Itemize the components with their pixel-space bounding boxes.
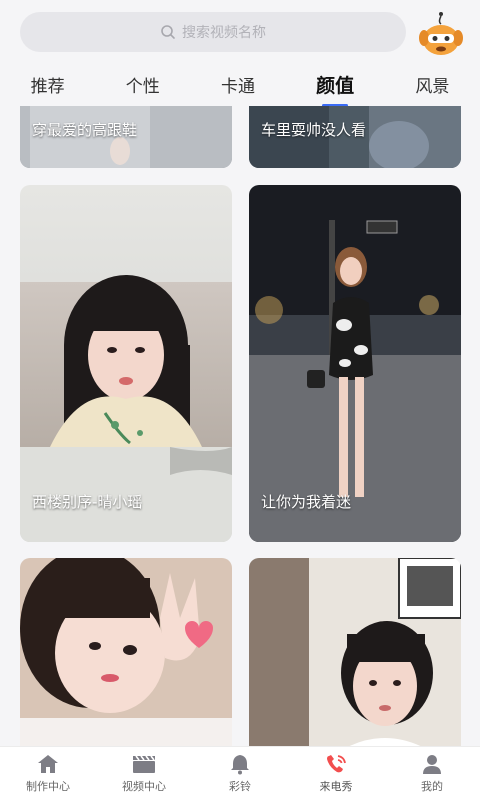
video-title: 车里耍帅没人看 xyxy=(261,121,367,139)
video-card[interactable] xyxy=(20,558,232,746)
top-bar: 搜索视频名称 xyxy=(0,0,480,62)
video-card[interactable]: 车里耍帅没人看 xyxy=(249,106,461,168)
nav-ringtone[interactable]: 彩铃 xyxy=(195,753,285,794)
video-thumbnail xyxy=(249,558,461,746)
tab-recommended[interactable]: 推荐 xyxy=(25,72,71,97)
mascot-avatar[interactable] xyxy=(416,8,466,58)
search-icon xyxy=(161,25,175,39)
bell-icon xyxy=(231,755,249,775)
phone-icon xyxy=(327,755,346,773)
video-card[interactable]: 西楼别序-晴小瑶 xyxy=(20,185,232,542)
app-screen: 搜索视频名称 推荐 个性 卡通 颜值 风景 穿最爱的高跟鞋 车里耍帅没人看 西楼… xyxy=(0,0,480,800)
video-thumbnail xyxy=(20,558,232,746)
tab-beauty[interactable]: 颜值 xyxy=(310,71,360,98)
nav-production-center[interactable]: 制作中心 xyxy=(3,753,93,794)
nav-caller-show[interactable]: 来电秀 xyxy=(291,753,381,794)
tab-scenery[interactable]: 风景 xyxy=(409,72,455,97)
nav-label: 制作中心 xyxy=(26,780,70,793)
tab-personality[interactable]: 个性 xyxy=(120,72,166,97)
nav-video-center[interactable]: 视频中心 xyxy=(99,753,189,794)
video-card[interactable]: 让你为我着迷 xyxy=(249,185,461,542)
video-title: 穿最爱的高跟鞋 xyxy=(32,121,138,139)
home-icon xyxy=(38,755,58,773)
video-feed[interactable]: 穿最爱的高跟鞋 车里耍帅没人看 西楼别序-晴小瑶 让你为我着迷 xyxy=(0,106,480,746)
video-thumbnail xyxy=(20,185,232,542)
video-card[interactable] xyxy=(249,558,461,746)
video-title: 西楼别序-晴小瑶 xyxy=(32,493,143,511)
nav-label: 彩铃 xyxy=(229,780,251,793)
search-placeholder: 搜索视频名称 xyxy=(182,25,266,41)
clapperboard-icon xyxy=(133,755,155,773)
nav-mine[interactable]: 我的 xyxy=(387,753,477,794)
mascot-icon xyxy=(419,12,463,55)
tab-cartoon[interactable]: 卡通 xyxy=(215,72,261,97)
category-tabs: 推荐 个性 卡通 颜值 风景 xyxy=(0,62,480,106)
video-title: 让你为我着迷 xyxy=(261,493,352,511)
nav-label: 我的 xyxy=(421,780,443,793)
nav-label: 来电秀 xyxy=(319,780,353,793)
bottom-navigation: 制作中心 视频中心 彩铃 来电秀 我的 xyxy=(0,746,480,800)
video-card[interactable]: 穿最爱的高跟鞋 xyxy=(20,106,232,168)
search-input[interactable]: 搜索视频名称 xyxy=(20,12,406,52)
video-thumbnail xyxy=(249,185,461,542)
user-icon xyxy=(423,755,441,774)
nav-label: 视频中心 xyxy=(122,780,166,793)
